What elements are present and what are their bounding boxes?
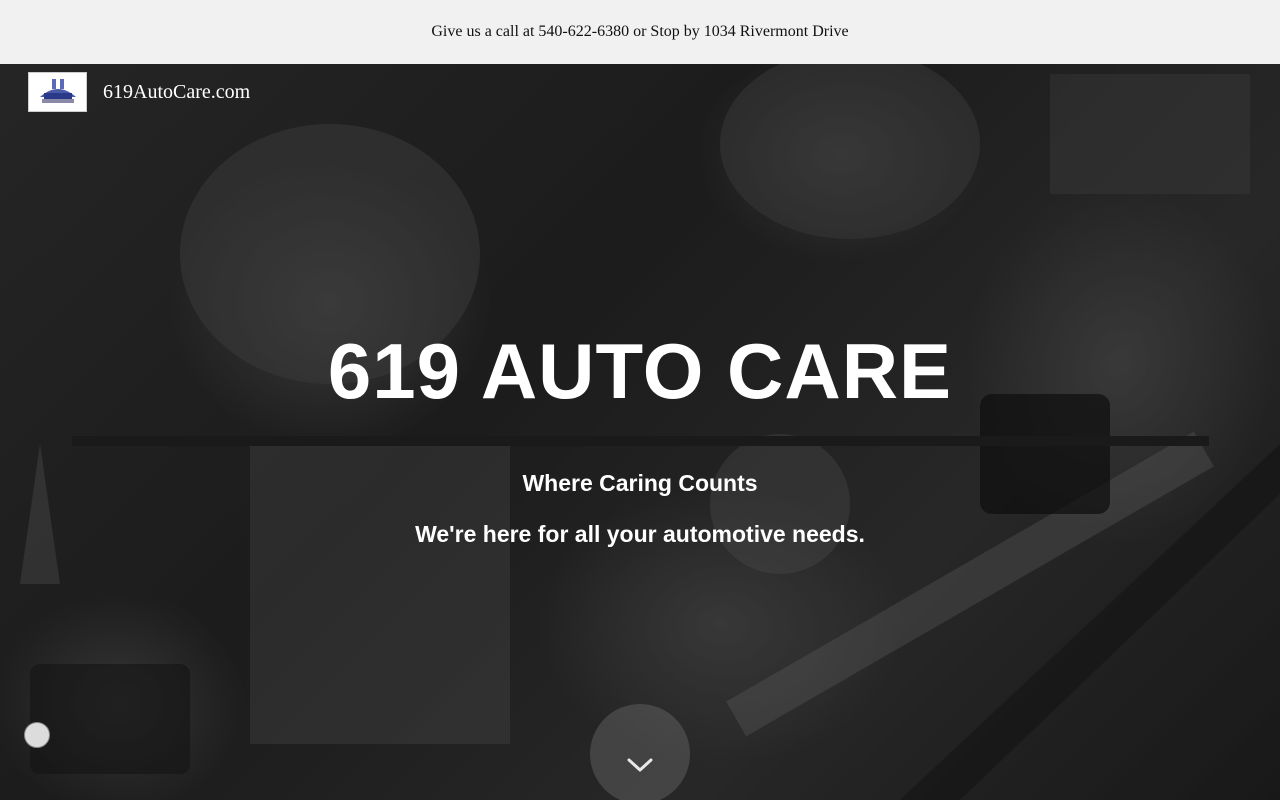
619-auto-care-logo-icon	[31, 75, 84, 109]
hero-subtext: We're here for all your automotive needs…	[415, 521, 865, 547]
site-header: 619AutoCare.com	[28, 72, 250, 112]
accessibility-badge-icon[interactable]	[24, 722, 50, 748]
announcement-text: Give us a call at 540-622-6380 or Stop b…	[431, 23, 849, 40]
site-logo[interactable]	[28, 72, 87, 112]
hero-tagline: Where Caring Counts	[522, 470, 758, 496]
hero-title: 619 AUTO CARE	[327, 327, 953, 415]
hero-divider	[71, 436, 1209, 446]
hero-section: 619AutoCare.com 619 AUTO CARE Where Cari…	[0, 64, 1280, 800]
announcement-bar: Give us a call at 540-622-6380 or Stop b…	[0, 0, 1280, 64]
site-title-link[interactable]: 619AutoCare.com	[103, 81, 250, 104]
hero-content: 619 AUTO CARE Where Caring Counts We're …	[0, 326, 1280, 548]
chevron-down-icon	[627, 758, 653, 772]
scroll-down-button[interactable]	[625, 752, 655, 776]
